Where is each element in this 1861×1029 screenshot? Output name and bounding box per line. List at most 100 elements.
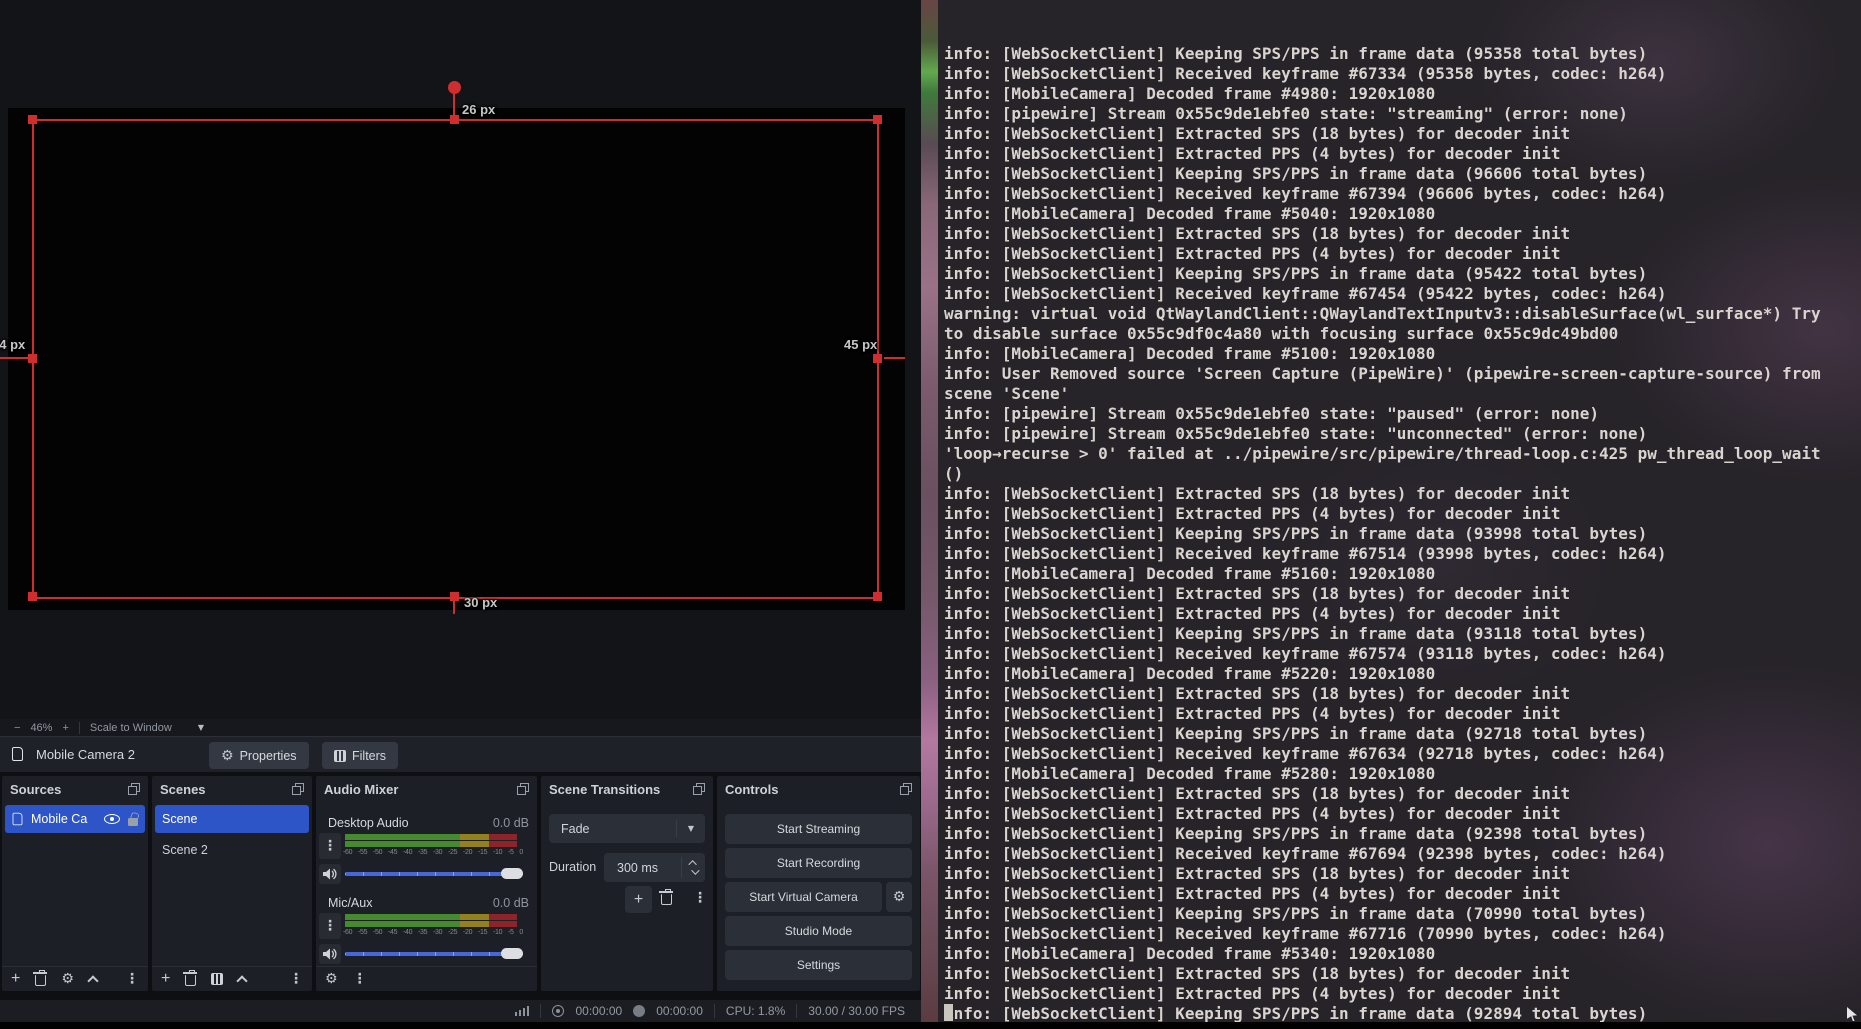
remove-transition-button[interactable] [661,894,672,905]
preview-toolbar: − 46% + Scale to Window ▼ [0,719,921,736]
selected-source-name: Mobile Camera 2 [36,747,135,762]
duration-spinbox[interactable]: 300 ms [604,853,705,882]
scale-tick: -5 [508,929,514,936]
handle-bottom-center[interactable] [450,592,459,601]
mixer-menu-button[interactable]: ⋮ [353,972,367,986]
sources-menu-button[interactable]: ⋮ [125,972,139,986]
transition-menu-button[interactable]: ⋮ [693,891,707,905]
terminal-log-line: info: [WebSocketClient] Received keyfram… [944,924,1861,944]
handle-top-center[interactable] [450,115,459,124]
crop-right-label: 45 px [844,337,877,352]
volume-slider[interactable] [345,867,523,881]
source-item-label: Mobile Ca [31,812,96,826]
scene-item[interactable]: Scene 2 [155,836,309,864]
terminal-window[interactable]: info: [WebSocketClient] Keeping SPS/PPS … [938,0,1861,1029]
scene-transitions-panel: Scene Transitions Fade ▼ Duration 300 ms… [541,776,713,991]
popout-icon[interactable] [128,783,140,795]
scale-tick: -5 [508,849,514,856]
obs-window: 26 px 45 px 30 px 64 px − 46% + Scale to… [0,0,921,1029]
virtual-camera-config-button[interactable]: ⚙ [886,882,912,912]
cpu-usage: CPU: 1.8% [726,1004,785,1018]
scale-tick: -60 [343,849,352,856]
scene-filters-button[interactable] [211,973,223,985]
popout-icon[interactable] [292,783,304,795]
zoom-out-button[interactable]: − [14,722,20,734]
studio-mode-button[interactable]: Studio Mode [725,916,912,946]
source-properties-button[interactable]: ⚙ [61,972,74,986]
visibility-eye-icon[interactable] [104,814,120,824]
handle-bottom-right[interactable] [873,592,882,601]
popout-icon[interactable] [517,783,529,795]
move-source-up-button[interactable] [87,975,98,986]
stream-time: 00:00:00 [575,1004,622,1018]
remove-scene-button[interactable] [185,975,196,986]
source-item-mobile-camera[interactable]: Mobile Ca [5,805,145,833]
sources-panel-title: Sources [10,782,61,797]
move-scene-up-button[interactable] [237,975,248,986]
properties-button[interactable]: ⚙ Properties [209,742,309,769]
scenes-panel-title: Scenes [160,782,206,797]
add-transition-button[interactable]: + [625,886,652,913]
selected-source-bar: Mobile Camera 2 ⚙ Properties Filters [0,736,921,772]
scale-tick: 0 [519,929,523,936]
popout-icon[interactable] [693,783,705,795]
terminal-log-line: () [944,464,1861,484]
scale-tick: -50 [373,849,382,856]
mute-button[interactable] [319,864,341,884]
slider-track[interactable] [345,872,523,876]
terminal-log-line: info: [WebSocketClient] Extracted PPS (4… [944,884,1861,904]
settings-button[interactable]: Settings [725,950,912,980]
scale-tick: -45 [388,929,397,936]
scale-tick: -30 [433,929,442,936]
transition-select[interactable]: Fade ▼ [549,814,705,843]
terminal-log-line: info: [MobileCamera] Decoded frame #5040… [944,204,1861,224]
scene-item-selected[interactable]: Scene [155,805,309,833]
zoom-in-button[interactable]: + [62,722,68,734]
popout-icon[interactable] [900,783,912,795]
terminal-log-line: info: [WebSocketClient] Extracted SPS (1… [944,124,1861,144]
terminal-log-line: info: [WebSocketClient] Extracted PPS (4… [944,504,1861,524]
terminal-log-line: info: [MobileCamera] Decoded frame #5100… [944,344,1861,364]
terminal-log-line: info: [WebSocketClient] Extracted PPS (4… [944,804,1861,824]
handle-top-right[interactable] [873,115,882,124]
crop-bottom-label: 30 px [464,595,497,610]
unlock-icon[interactable] [128,818,138,826]
terminal-log-line: info: [WebSocketClient] Received keyfram… [944,644,1861,664]
terminal-log-line: info: [WebSocketClient] Keeping SPS/PPS … [944,824,1861,844]
start-streaming-button[interactable]: Start Streaming [725,814,912,844]
remove-source-button[interactable] [35,975,46,986]
slider-track[interactable] [345,952,523,956]
record-status-icon [633,1005,645,1017]
status-bar: 00:00:00 00:00:00 CPU: 1.8% 30.00 / 30.0… [0,1000,921,1022]
source-file-icon [12,747,23,761]
chevron-down-icon[interactable]: ▼ [198,723,204,732]
slider-handle[interactable] [501,868,523,879]
scale-tick: -10 [493,929,502,936]
channel-level: 0.0 dB [493,896,529,910]
start-recording-button[interactable]: Start Recording [725,848,912,878]
filters-label: Filters [352,749,386,763]
transform-bounding-box[interactable] [32,119,879,599]
slider-handle[interactable] [501,948,523,959]
scale-mode-select[interactable]: Scale to Window [90,722,172,734]
toolbar-divider [79,722,80,734]
channel-menu-button[interactable]: ⋮ [319,913,341,939]
add-source-button[interactable]: + [11,971,20,987]
scene-item-label: Scene [162,812,302,826]
advanced-audio-button[interactable]: ⚙ [325,972,338,986]
record-time: 00:00:00 [656,1004,703,1018]
preview-area[interactable]: 26 px 45 px 30 px 64 px [0,0,921,719]
handle-top-left[interactable] [28,115,37,124]
sources-panel: Sources Mobile Ca + ⚙ ⋮ [2,776,148,991]
handle-middle-left[interactable] [28,354,37,363]
handle-middle-right[interactable] [873,354,882,363]
filters-button[interactable]: Filters [322,742,398,769]
channel-menu-button[interactable]: ⋮ [319,833,341,859]
source-type-icon [13,813,23,826]
add-scene-button[interactable]: + [161,971,170,987]
scenes-menu-button[interactable]: ⋮ [289,972,303,986]
handle-bottom-left[interactable] [28,592,37,601]
start-virtual-camera-button[interactable]: Start Virtual Camera [725,882,882,912]
volume-slider[interactable] [345,947,523,961]
mute-button[interactable] [319,944,341,964]
